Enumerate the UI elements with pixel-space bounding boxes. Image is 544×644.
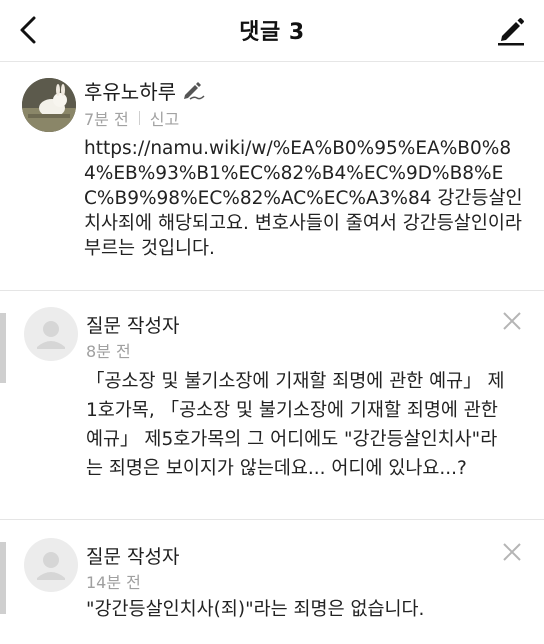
default-user-icon <box>37 552 65 580</box>
meta-separator <box>138 111 140 125</box>
comment-text: https://namu.wiki/w/%EA%B0%95%EA%B0%84%E… <box>84 138 528 259</box>
report-button[interactable]: 신고 <box>150 106 179 130</box>
close-icon[interactable] <box>500 540 524 564</box>
close-icon[interactable] <box>500 309 524 333</box>
pencil-icon[interactable] <box>494 12 528 46</box>
avatar[interactable] <box>24 538 78 592</box>
reply-author[interactable]: 질문 작성자 <box>86 542 179 569</box>
avatar[interactable] <box>22 78 76 132</box>
comment-time: 7분 전 <box>84 110 129 129</box>
reply-text: "강간등살인치사(죄)"라는 죄명은 없습니다. <box>86 599 425 620</box>
reply-time: 14분 전 <box>86 573 141 592</box>
comment-meta: 7분 전 신고 <box>84 106 179 130</box>
pencil-signature-icon <box>184 82 205 100</box>
default-user-icon <box>37 321 65 349</box>
top-bar: 댓글 3 <box>0 0 544 60</box>
reply-indent-bar <box>0 542 6 614</box>
main-comment: 후유노하루 7분 전 신고 https://namu.wiki/w/%EA%B0… <box>0 62 544 290</box>
reply-item: 질문 작성자 14분 전 "강간등살인치사(죄)"라는 죄명은 없습니다. <box>0 520 544 644</box>
reply-time: 8분 전 <box>86 342 131 361</box>
author-row: 후유노하루 <box>84 76 206 104</box>
avatar-photo-icon <box>22 78 76 132</box>
reply-author[interactable]: 질문 작성자 <box>86 311 179 338</box>
avatar[interactable] <box>24 307 78 361</box>
reply-text: 「공소장 및 불기소장에 기재할 죄명에 관한 예규」 제1호가목, 「공소장 … <box>86 371 505 479</box>
reply-item: 질문 작성자 8분 전 「공소장 및 불기소장에 기재할 죄명에 관한 예규」 … <box>0 291 544 519</box>
page-title: 댓글 3 <box>239 20 305 45</box>
reply-indent-bar <box>0 313 6 383</box>
author-name[interactable]: 후유노하루 <box>84 76 176 105</box>
